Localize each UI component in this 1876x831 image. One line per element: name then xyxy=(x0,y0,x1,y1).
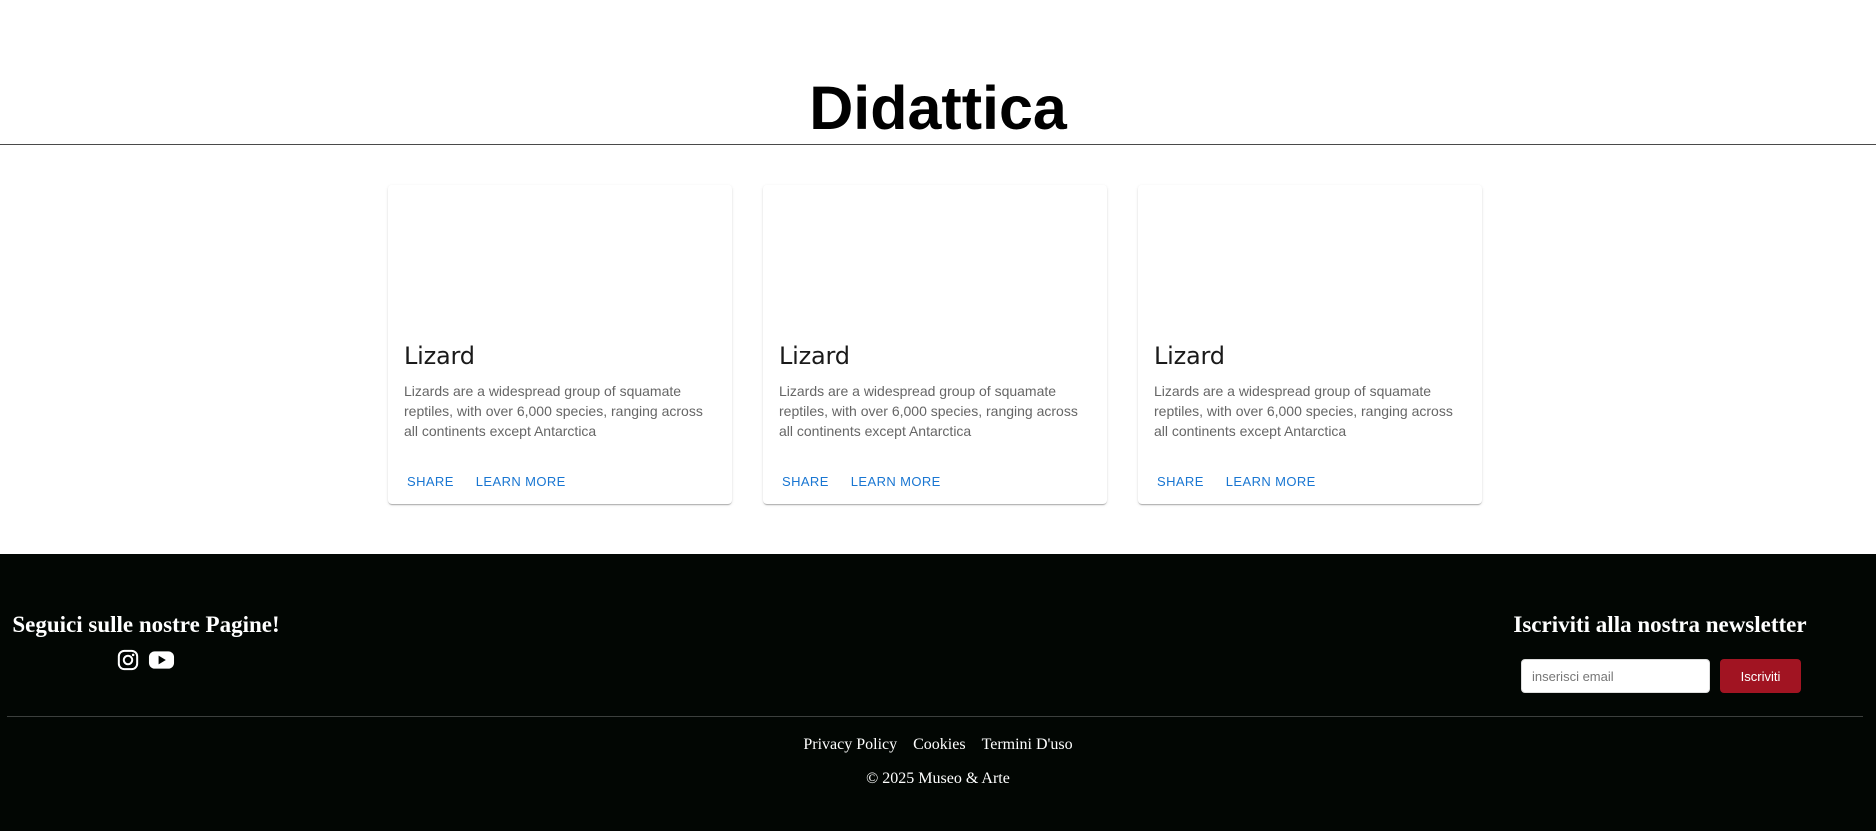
card-grid: Lizard Lizards are a widespread group of… xyxy=(388,185,1484,505)
page-title: Didattica xyxy=(809,74,1067,142)
card-description: Lizards are a widespread group of squama… xyxy=(404,383,703,439)
social-section: Seguici sulle nostre Pagine! xyxy=(0,611,292,671)
subscribe-button[interactable]: Iscriviti xyxy=(1720,659,1801,693)
newsletter-heading: Iscriviti alla nostra newsletter xyxy=(1513,612,1807,637)
privacy-policy-link[interactable]: Privacy Policy xyxy=(803,736,897,753)
terms-link[interactable]: Termini D'uso xyxy=(982,736,1073,753)
email-input[interactable] xyxy=(1521,659,1710,693)
card-actions: Share Learn More xyxy=(1146,466,1327,496)
card-actions: Share Learn More xyxy=(396,466,577,496)
learn-more-button[interactable]: Learn More xyxy=(840,466,952,496)
cookies-link[interactable]: Cookies xyxy=(913,736,965,753)
follow-heading: Seguici sulle nostre Pagine! xyxy=(12,612,280,637)
newsletter-form: Iscriviti xyxy=(1521,659,1801,693)
card: Lizard Lizards are a widespread group of… xyxy=(1138,185,1482,504)
newsletter-section: Iscriviti alla nostra newsletter Iscrivi… xyxy=(1500,611,1820,693)
youtube-icon[interactable] xyxy=(148,649,175,671)
share-button[interactable]: Share xyxy=(396,466,465,496)
footer-divider xyxy=(7,716,1863,717)
card-title: Lizard xyxy=(1154,342,1225,370)
card-media xyxy=(763,185,1107,329)
card-title: Lizard xyxy=(404,342,475,370)
copyright: © 2025 Museo & Arte xyxy=(866,770,1010,787)
card-title: Lizard xyxy=(779,342,850,370)
footer-links: Privacy Policy Cookies Termini D'uso xyxy=(0,736,1876,754)
site-footer: Seguici sulle nostre Pagine! Iscriviti a… xyxy=(0,554,1876,831)
card-actions: Share Learn More xyxy=(771,466,952,496)
card: Lizard Lizards are a widespread group of… xyxy=(388,185,732,504)
social-links xyxy=(0,649,292,671)
page-header: Didattica xyxy=(0,0,1876,145)
learn-more-button[interactable]: Learn More xyxy=(465,466,577,496)
card: Lizard Lizards are a widespread group of… xyxy=(763,185,1107,504)
card-description: Lizards are a widespread group of squama… xyxy=(779,383,1078,439)
instagram-icon[interactable] xyxy=(117,649,139,671)
card-description: Lizards are a widespread group of squama… xyxy=(1154,383,1453,439)
card-media xyxy=(388,185,732,329)
learn-more-button[interactable]: Learn More xyxy=(1215,466,1327,496)
share-button[interactable]: Share xyxy=(1146,466,1215,496)
card-media xyxy=(1138,185,1482,329)
share-button[interactable]: Share xyxy=(771,466,840,496)
